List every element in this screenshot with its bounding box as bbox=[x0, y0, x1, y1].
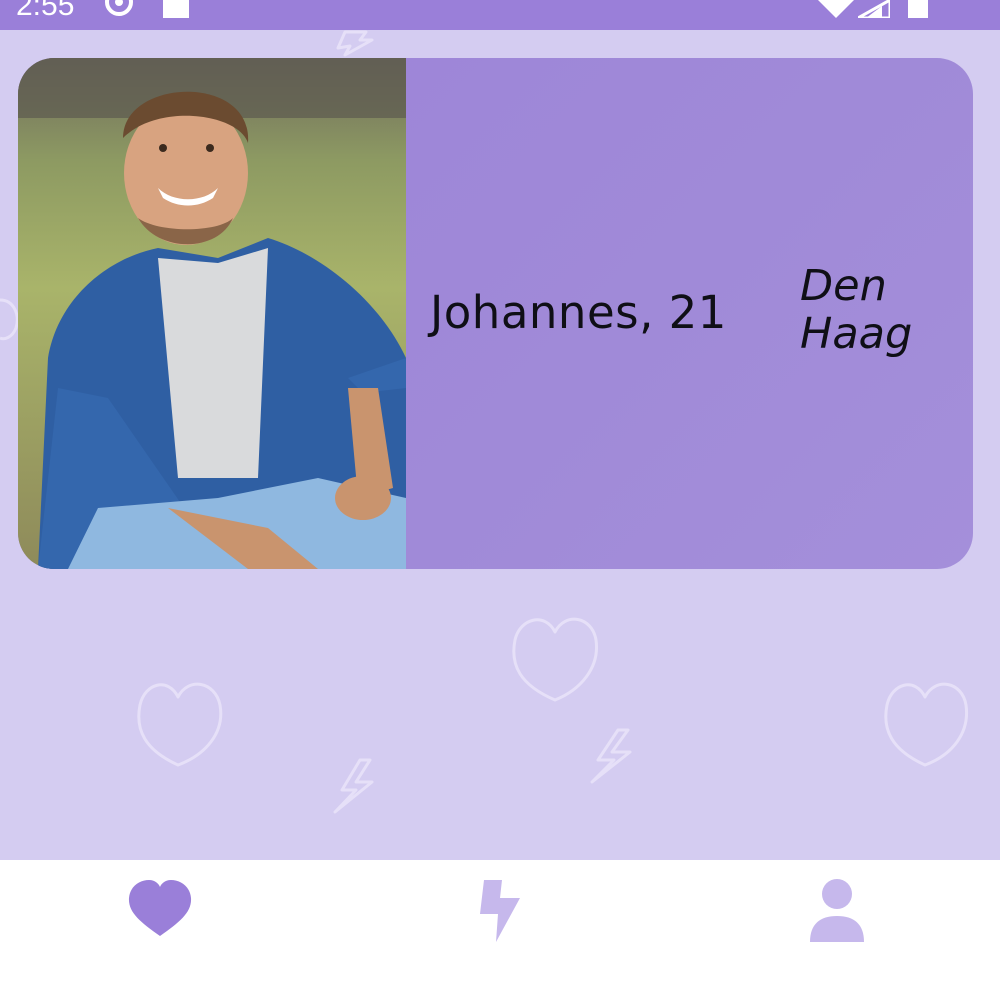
bolt-icon bbox=[480, 880, 520, 942]
nav-matches-button[interactable] bbox=[120, 870, 200, 950]
nav-profile-button[interactable] bbox=[805, 874, 869, 946]
bolt-doodle bbox=[333, 758, 374, 814]
settings-icon bbox=[105, 0, 133, 16]
sim-card-icon bbox=[163, 0, 189, 18]
heart-doodle bbox=[0, 298, 19, 341]
profile-city: Den Haag bbox=[800, 261, 913, 359]
status-bar: 2:55 bbox=[0, 0, 1000, 30]
heart-doodle bbox=[884, 682, 969, 767]
status-time: 2:55 bbox=[16, 0, 75, 22]
heart-icon bbox=[128, 880, 192, 936]
signal-icon bbox=[858, 0, 890, 18]
bottom-navigation bbox=[0, 860, 1000, 1000]
wifi-icon bbox=[818, 0, 854, 18]
profile-name-age: Johannes, 21 bbox=[430, 286, 727, 339]
person-icon bbox=[810, 879, 864, 942]
bolt-doodle bbox=[336, 30, 374, 57]
nav-boost-button[interactable] bbox=[470, 874, 530, 944]
heart-doodle bbox=[512, 617, 598, 702]
heart-doodle bbox=[137, 682, 223, 767]
battery-icon bbox=[908, 0, 928, 18]
profile-card[interactable]: Johannes, 21 Den Haag bbox=[18, 58, 973, 569]
bolt-doodle bbox=[590, 728, 632, 784]
profile-photo bbox=[18, 58, 406, 569]
